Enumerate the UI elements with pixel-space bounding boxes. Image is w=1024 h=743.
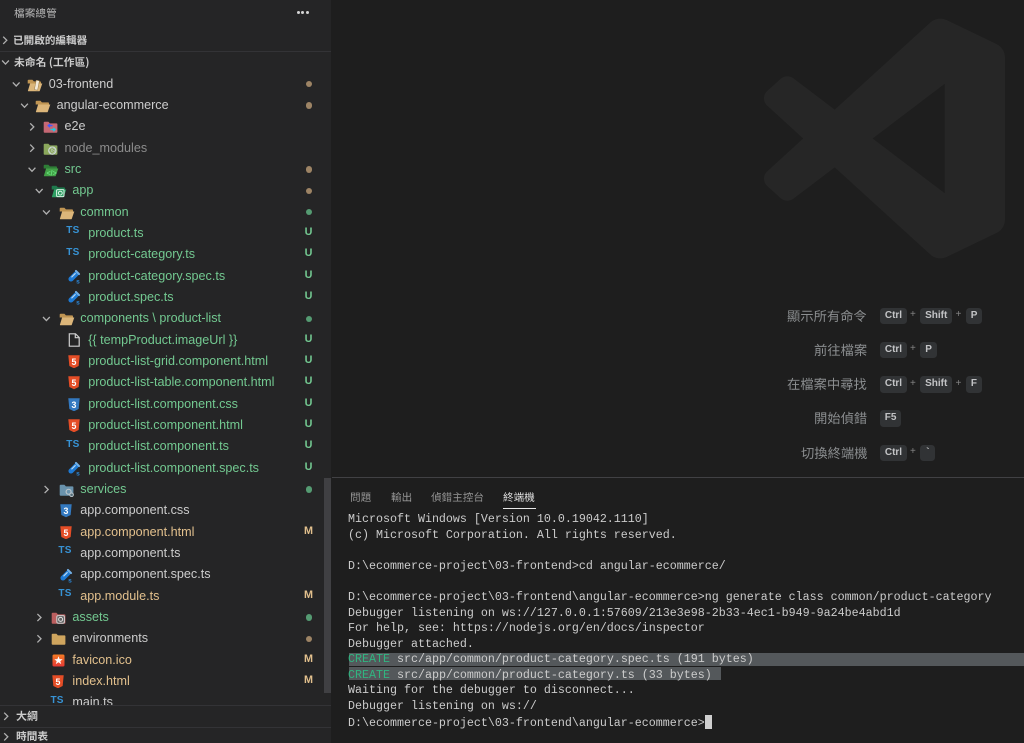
svg-text:JS: JS — [49, 148, 56, 154]
svg-text:3: 3 — [63, 506, 68, 516]
svg-text:5: 5 — [56, 677, 61, 687]
svg-text:3: 3 — [71, 400, 76, 410]
svg-text:s: s — [76, 300, 80, 305]
svg-text:5: 5 — [71, 357, 76, 367]
svg-text:5: 5 — [71, 421, 76, 431]
svg-text:s: s — [69, 577, 73, 582]
svg-text:</>: </> — [47, 170, 57, 177]
svg-text:5: 5 — [71, 378, 76, 388]
svg-text:s: s — [76, 470, 80, 475]
svg-text:s: s — [76, 279, 80, 284]
svg-text:5: 5 — [63, 528, 68, 538]
